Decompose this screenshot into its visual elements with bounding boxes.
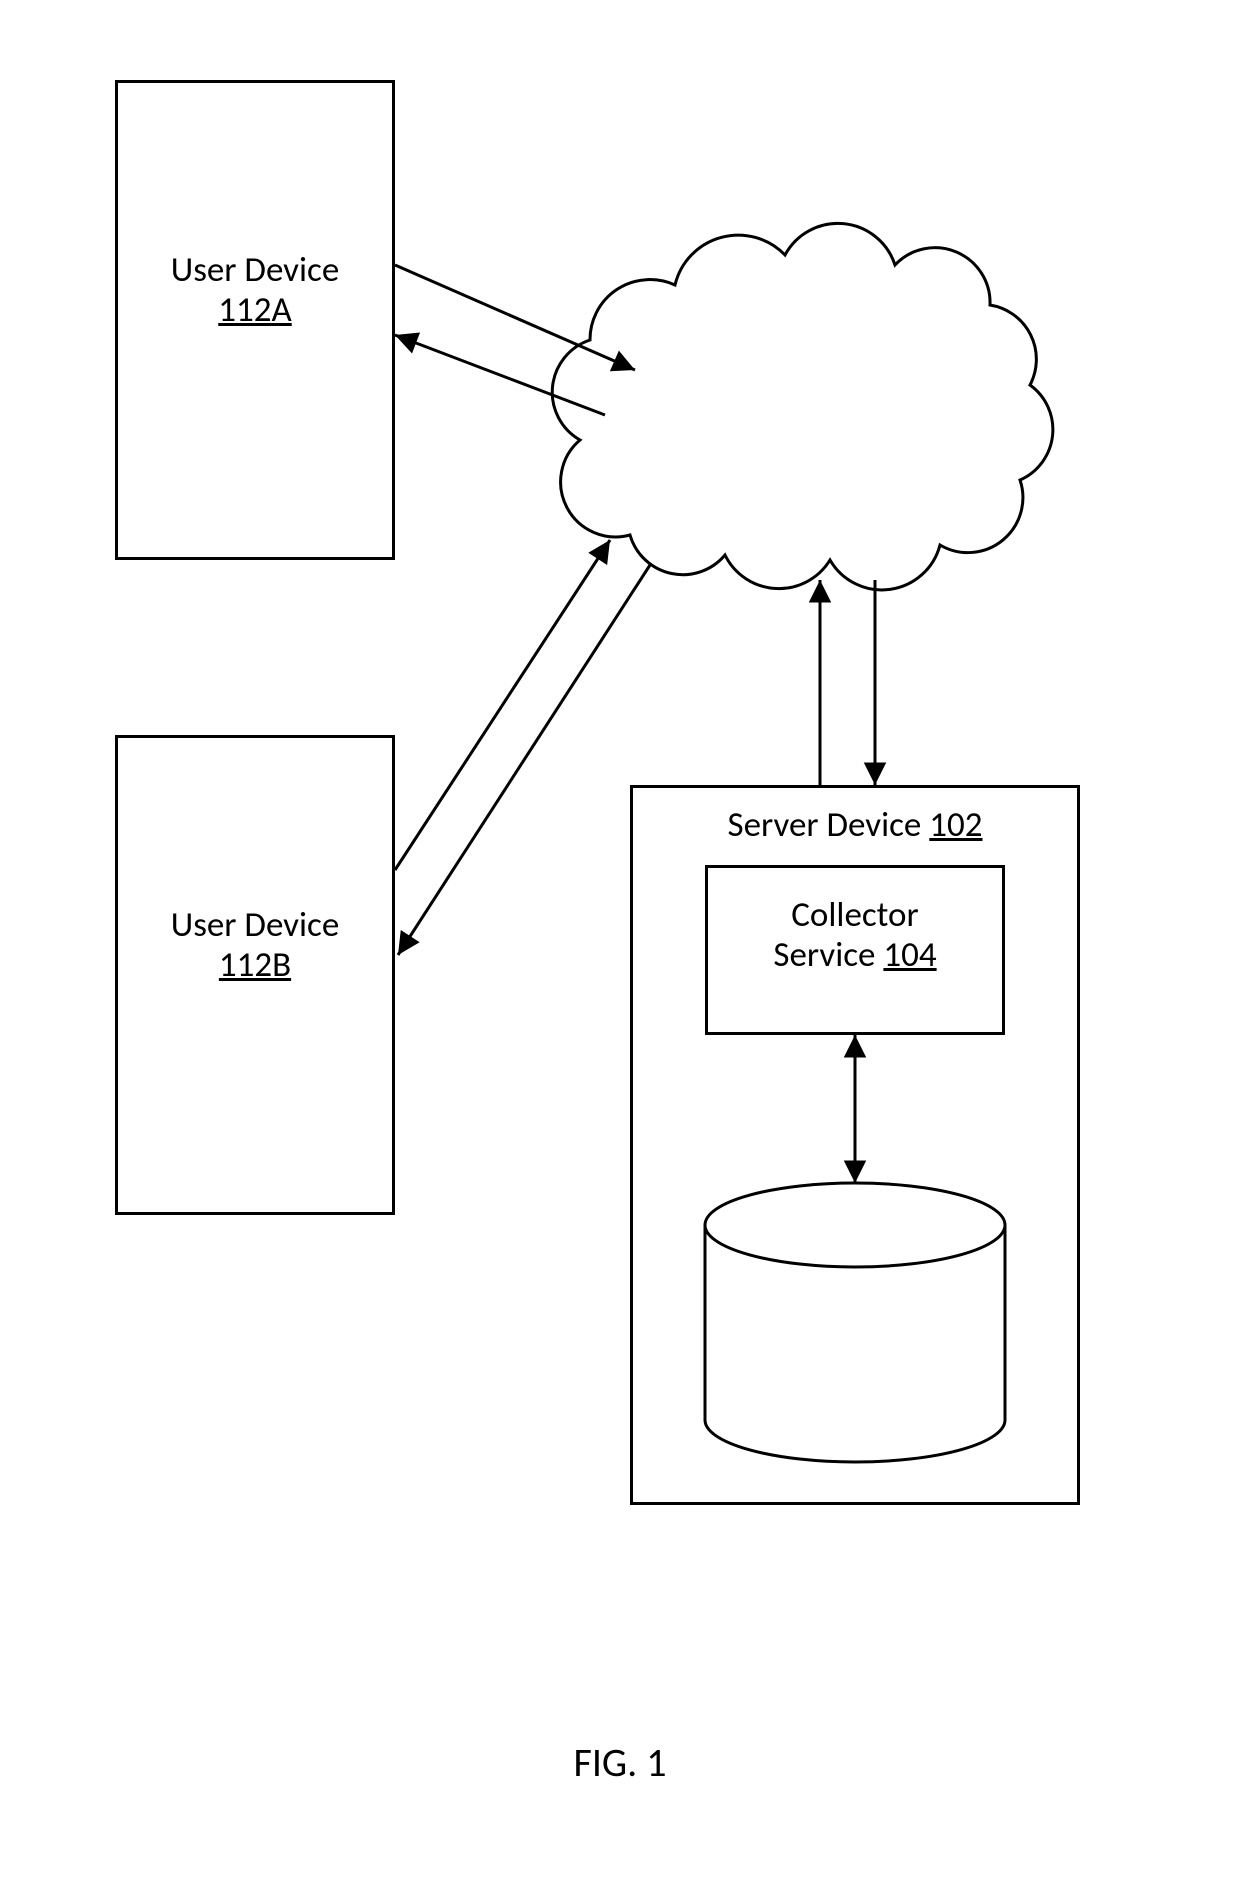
diagram-connectors xyxy=(0,0,1240,1877)
diagram-stage: User Device 112A User Device 112B Server… xyxy=(0,0,1240,1877)
cloud-icon xyxy=(552,223,1053,590)
arrow-udB-to-net xyxy=(395,540,610,870)
arrow-net-to-udB xyxy=(398,565,650,955)
database-icon xyxy=(705,1183,1005,1462)
